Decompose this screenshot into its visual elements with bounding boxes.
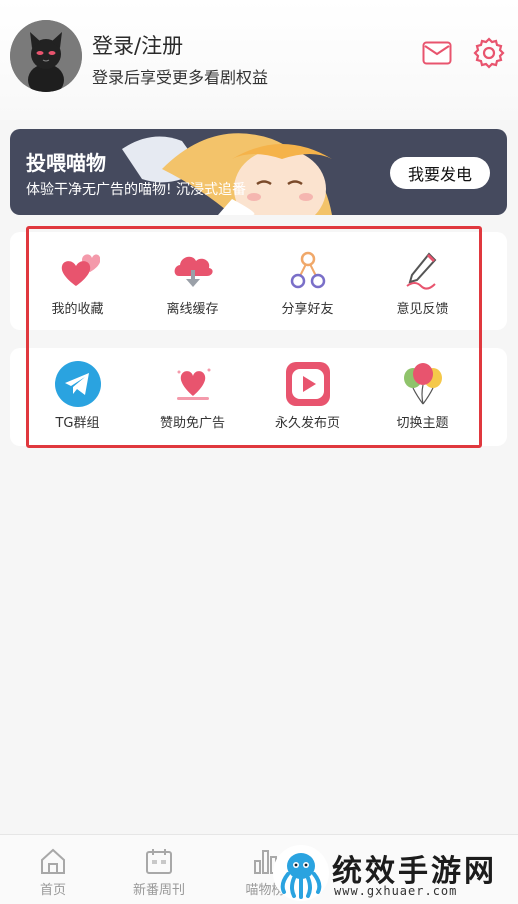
mail-icon (422, 41, 452, 65)
tg-group-label: TG群组 (55, 416, 100, 431)
settings-button[interactable] (472, 36, 506, 70)
favorites-item[interactable]: 我的收藏 (20, 248, 135, 317)
heart-sponsor-icon (176, 368, 210, 400)
cloud-download-icon (174, 256, 213, 287)
publish-page-label: 永久发布页 (274, 416, 340, 431)
share-icon (290, 251, 325, 289)
sponsor-ad-free-item[interactable]: 赞助免广告 (135, 362, 250, 431)
login-title[interactable]: 登录/注册 (92, 30, 183, 60)
hearts-icon (61, 254, 100, 286)
sponsor-button[interactable]: 我要发电 (390, 157, 490, 189)
nav-home-label: 首页 (39, 883, 66, 898)
banner-subtitle: 体验干净无广告的喵物! 沉浸式追番 (26, 182, 247, 198)
telegram-icon (54, 361, 101, 407)
offline-cache-label: 离线缓存 (166, 302, 219, 317)
tg-group-item[interactable]: TG群组 (20, 361, 135, 431)
avatar[interactable] (10, 20, 82, 92)
share-friends-label: 分享好友 (281, 302, 334, 317)
watermark-url: www.gxhuaer.com (334, 884, 458, 898)
switch-theme-item[interactable]: 切换主题 (365, 362, 480, 431)
sponsor-ad-free-label: 赞助免广告 (159, 416, 225, 431)
publish-page-item[interactable]: 永久发布页 (250, 362, 365, 431)
nav-weekly-label: 新番周刊 (132, 883, 185, 898)
banner-title: 投喂喵物 (26, 151, 106, 175)
switch-theme-label: 切换主题 (396, 416, 449, 431)
feature-row-2: TG群组 赞助免广告 永久发布页 切换主题 (20, 361, 480, 431)
login-subtitle: 登录后享受更多看剧权益 (92, 68, 269, 87)
home-icon (41, 848, 65, 874)
nav-weekly[interactable]: 新番周刊 (106, 835, 212, 904)
favorites-label: 我的收藏 (51, 302, 104, 317)
share-friends-item[interactable]: 分享好友 (250, 248, 365, 317)
pen-icon (405, 252, 436, 290)
play-icon (285, 362, 330, 406)
site-watermark: 统效手游网 www.gxhuaer.com (270, 842, 518, 904)
balloons-icon (403, 363, 442, 405)
calendar-icon (146, 849, 172, 874)
feature-row-1: 我的收藏 离线缓存 分享好友 意见反馈 (20, 248, 480, 317)
octopus-logo-icon (273, 845, 329, 901)
feedback-label: 意见反馈 (396, 302, 449, 317)
message-button[interactable] (420, 36, 454, 70)
nav-home[interactable]: 首页 (0, 835, 106, 904)
offline-cache-item[interactable]: 离线缓存 (135, 248, 250, 317)
anime-girl-illustration (122, 133, 332, 215)
feedback-item[interactable]: 意见反馈 (365, 248, 480, 317)
gear-icon (473, 37, 505, 69)
